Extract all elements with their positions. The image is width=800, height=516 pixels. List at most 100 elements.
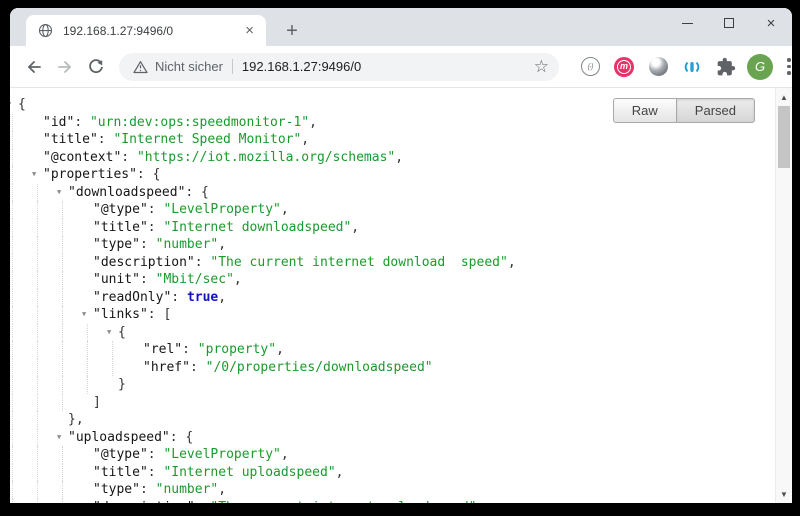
json-token-key: "type" [93, 482, 140, 497]
json-token-punc: , [218, 290, 226, 305]
circle-dash-extension-icon[interactable]: (-) [573, 51, 607, 82]
json-token-punc: : [140, 272, 156, 287]
indent-guide [12, 394, 13, 412]
security-label[interactable]: Nicht sicher [155, 59, 223, 74]
json-token-punc: : [98, 132, 114, 147]
json-token-punc: : { [185, 185, 208, 200]
close-window-button[interactable]: × [750, 8, 792, 38]
json-line: }, [10, 411, 775, 429]
json-token-str: "Internet uploadspeed" [163, 465, 335, 480]
json-token-punc: } [118, 377, 126, 392]
indent-guide [62, 446, 63, 464]
back-button[interactable] [18, 51, 49, 82]
indent-guide [62, 271, 63, 289]
blue-sound-extension-icon[interactable] [675, 51, 709, 82]
forward-button[interactable] [49, 51, 80, 82]
indent-guide [37, 236, 38, 254]
pink-m-extension-icon[interactable]: m [607, 51, 641, 82]
json-line: "href": "/0/properties/downloadspeed" [10, 359, 775, 377]
indent-guide [12, 341, 13, 359]
json-line: } [10, 376, 775, 394]
json-token-punc: , [281, 202, 289, 217]
tab[interactable]: 192.168.1.27:9496/0 × [26, 15, 266, 46]
json-token-punc: , [218, 237, 226, 252]
collapse-toggle-icon[interactable]: ▼ [57, 184, 61, 202]
indent-guide [12, 114, 13, 132]
indent-guide [37, 499, 38, 504]
json-token-str: "The current internet uploadspeed" [210, 500, 476, 504]
json-line: "description": "The current internet upl… [10, 499, 775, 504]
indent-guide [37, 271, 38, 289]
scroll-up-icon[interactable]: ▲ [776, 89, 792, 105]
json-token-punc: , [395, 150, 403, 165]
indent-guide [37, 306, 38, 324]
indent-guide [37, 429, 38, 447]
tab-strip: 192.168.1.27:9496/0 × + × [10, 8, 792, 46]
orb-extension-icon[interactable] [641, 51, 675, 82]
new-tab-button[interactable]: + [278, 17, 306, 45]
json-token-str: "number" [156, 482, 219, 497]
json-token-punc: , [276, 342, 284, 357]
profile-avatar[interactable]: G [743, 51, 777, 82]
json-viewer: ▼{"id": "urn:dev:ops:speedmonitor-1","ti… [10, 88, 775, 503]
indent-guide [37, 411, 38, 429]
indent-guide [12, 289, 13, 307]
json-token-punc: }, [68, 412, 84, 427]
json-token-punc: : [148, 465, 164, 480]
json-token-punc: ] [93, 395, 101, 410]
tab-close-icon[interactable]: × [241, 21, 258, 40]
indent-guide [37, 359, 38, 377]
indent-guide [87, 359, 88, 377]
indent-guide [37, 464, 38, 482]
collapse-toggle-icon[interactable]: ▼ [10, 96, 11, 114]
scrollbar[interactable]: ▲ ▼ [775, 88, 792, 503]
browser-toolbar: Nicht sicher 192.168.1.27:9496/0 ☆ (-) m [10, 46, 792, 87]
json-token-key: "@context" [43, 150, 121, 165]
collapse-toggle-icon[interactable]: ▼ [82, 306, 86, 324]
json-line: ] [10, 394, 775, 412]
minimize-button[interactable] [666, 8, 708, 38]
browser-menu-icon[interactable] [779, 54, 792, 79]
json-token-punc: : [ [148, 307, 171, 322]
json-line: ▼{ [10, 324, 775, 342]
reload-button[interactable] [80, 51, 111, 82]
json-token-key: "properties" [43, 167, 137, 182]
json-token-punc: , [234, 272, 242, 287]
scrollbar-thumb[interactable] [778, 106, 790, 168]
json-token-punc: : [74, 115, 90, 130]
json-token-punc: { [118, 325, 126, 340]
collapse-toggle-icon[interactable]: ▼ [57, 429, 61, 447]
indent-guide [12, 219, 13, 237]
url-text[interactable]: 192.168.1.27:9496/0 [242, 59, 528, 74]
indent-guide [12, 464, 13, 482]
indent-guide [62, 324, 63, 342]
json-token-punc: , [281, 447, 289, 462]
json-token-punc: , [508, 255, 516, 270]
indent-guide [12, 201, 13, 219]
indent-guide [37, 219, 38, 237]
json-token-key: "downloadspeed" [68, 185, 185, 200]
json-token-str: "number" [156, 237, 219, 252]
browser-window: 192.168.1.27:9496/0 × + × [10, 8, 792, 503]
json-token-key: "description" [93, 255, 195, 270]
collapse-toggle-icon[interactable]: ▼ [32, 166, 36, 184]
json-line: ▼"properties": { [10, 166, 775, 184]
indent-guide [12, 306, 13, 324]
bookmark-star-icon[interactable]: ☆ [534, 58, 549, 75]
json-token-punc: , [336, 465, 344, 480]
maximize-button[interactable] [708, 8, 750, 38]
collapse-toggle-icon[interactable]: ▼ [107, 324, 111, 342]
json-token-key: "title" [93, 465, 148, 480]
json-line: "type": "number", [10, 236, 775, 254]
json-token-str: "https://iot.mozilla.org/schemas" [137, 150, 395, 165]
extensions-puzzle-icon[interactable] [709, 51, 743, 82]
page-content: Raw Parsed ▼{"id": "urn:dev:ops:speedmon… [10, 87, 792, 503]
parsed-button[interactable]: Parsed [676, 98, 755, 123]
json-token-key: "@type" [93, 202, 148, 217]
address-bar[interactable]: Nicht sicher 192.168.1.27:9496/0 ☆ [119, 53, 559, 81]
indent-guide [87, 376, 88, 394]
raw-button[interactable]: Raw [613, 98, 676, 123]
scroll-down-icon[interactable]: ▼ [776, 486, 792, 502]
json-token-key: "rel" [143, 342, 182, 357]
json-token-str: "Mbit/sec" [156, 272, 234, 287]
